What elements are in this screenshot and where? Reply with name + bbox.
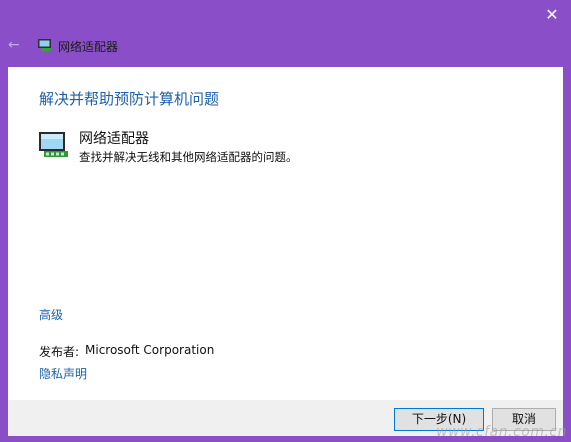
main-content: 解决并帮助预防计算机问题 网络适配器 查找并解决无线和其他网络适配器的问题。 高… [8,67,563,400]
network-adapter-icon [39,132,68,157]
page-heading: 解决并帮助预防计算机问题 [39,90,220,108]
back-button[interactable]: ← [8,37,24,53]
troubleshooter-window: ✕ ← 网络适配器 解决并帮助预防计算机问题 网络适配器 查找并解决无线和其他网… [0,0,571,442]
publisher-label: 发布者: [39,345,80,359]
title-bar: ✕ ← 网络适配器 [0,0,571,67]
network-adapter-icon [38,39,51,51]
item-description: 查找并解决无线和其他网络适配器的问题。 [79,150,298,164]
watermark: www.cfan.com.cn [436,424,567,440]
publisher-value: Microsoft Corporation [85,343,215,357]
close-icon: ✕ [545,5,559,24]
close-button[interactable]: ✕ [541,4,563,26]
advanced-link[interactable]: 高级 [39,306,63,323]
window-title: 网络适配器 [58,40,119,54]
privacy-statement-link[interactable]: 隐私声明 [39,365,87,382]
troubleshooter-item-network-adapter[interactable]: 网络适配器 查找并解决无线和其他网络适配器的问题。 [38,128,518,168]
item-title: 网络适配器 [79,131,149,147]
back-arrow-icon: ← [8,37,20,53]
